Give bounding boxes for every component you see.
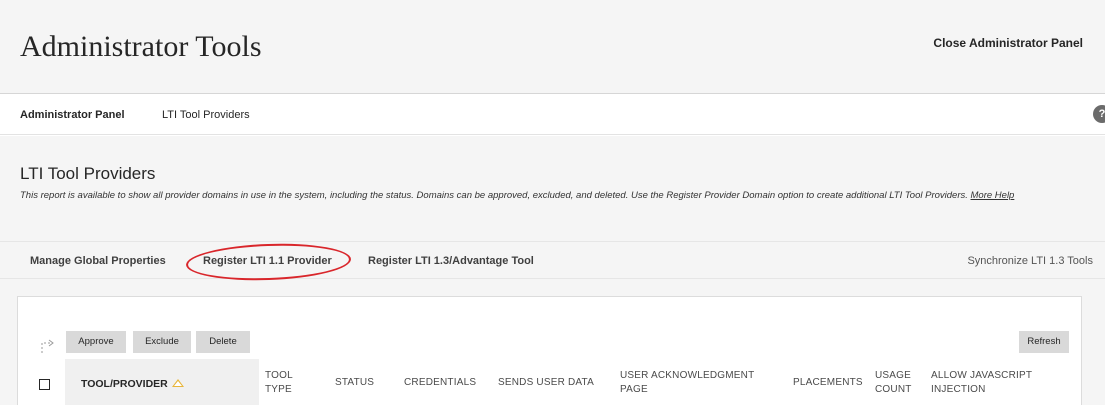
section-title: LTI Tool Providers <box>20 164 156 183</box>
column-header-tool-provider[interactable]: TOOL/PROVIDER <box>65 359 259 405</box>
tool-provider-label: TOOL/PROVIDER <box>81 378 168 390</box>
more-help-link[interactable]: More Help <box>971 190 1015 201</box>
column-header-user-acknowledgment-page[interactable]: USER ACKNOWLEDGMENT PAGE <box>620 369 770 397</box>
exclude-button[interactable]: Exclude <box>133 331 191 353</box>
breadcrumb-item-lti-tool-providers[interactable]: LTI Tool Providers <box>162 109 250 121</box>
help-icon[interactable]: ? <box>1093 105 1105 123</box>
column-header-allow-javascript-injection[interactable]: ALLOW JAVASCRIPT INJECTION <box>931 369 1071 397</box>
select-arrow-icon <box>38 335 56 355</box>
manage-global-properties-button[interactable]: Manage Global Properties <box>30 255 166 267</box>
page-title: Administrator Tools <box>20 30 262 63</box>
register-lti-13-advantage-tool-button[interactable]: Register LTI 1.3/Advantage Tool <box>368 255 534 267</box>
action-bar: Manage Global Properties Register LTI 1.… <box>0 241 1105 283</box>
column-header-status[interactable]: STATUS <box>335 376 374 390</box>
column-header-placements[interactable]: PLACEMENTS <box>793 376 863 390</box>
sort-ascending-icon <box>171 379 184 388</box>
column-header-sends-user-data[interactable]: SENDS USER DATA <box>498 376 594 390</box>
close-administrator-panel-link[interactable]: Close Administrator Panel <box>933 36 1083 50</box>
column-header-credentials[interactable]: CREDENTIALS <box>404 376 476 390</box>
content-area: LTI Tool Providers This report is availa… <box>0 136 1105 405</box>
column-header-usage-count[interactable]: USAGE COUNT <box>875 369 925 397</box>
breadcrumb: Administrator Panel LTI Tool Providers ? <box>0 95 1105 135</box>
approve-button[interactable]: Approve <box>66 331 126 353</box>
register-lti-11-provider-button[interactable]: Register LTI 1.1 Provider <box>203 255 332 267</box>
select-all-checkbox[interactable] <box>39 379 50 390</box>
delete-button[interactable]: Delete <box>196 331 250 353</box>
column-header-label[interactable]: TOOL/PROVIDER <box>81 378 184 390</box>
column-header-tool-type[interactable]: TOOL TYPE <box>265 369 305 397</box>
refresh-button[interactable]: Refresh <box>1019 331 1069 353</box>
providers-table: Approve Exclude Delete Refresh TOOL/PROV… <box>17 296 1082 405</box>
section-description: This report is available to show all pro… <box>20 188 1080 203</box>
page-header: Administrator Tools Close Administrator … <box>0 0 1105 94</box>
synchronize-lti-13-tools-button[interactable]: Synchronize LTI 1.3 Tools <box>967 255 1093 267</box>
breadcrumb-item-administrator-panel[interactable]: Administrator Panel <box>20 109 125 121</box>
description-text: This report is available to show all pro… <box>20 190 968 201</box>
